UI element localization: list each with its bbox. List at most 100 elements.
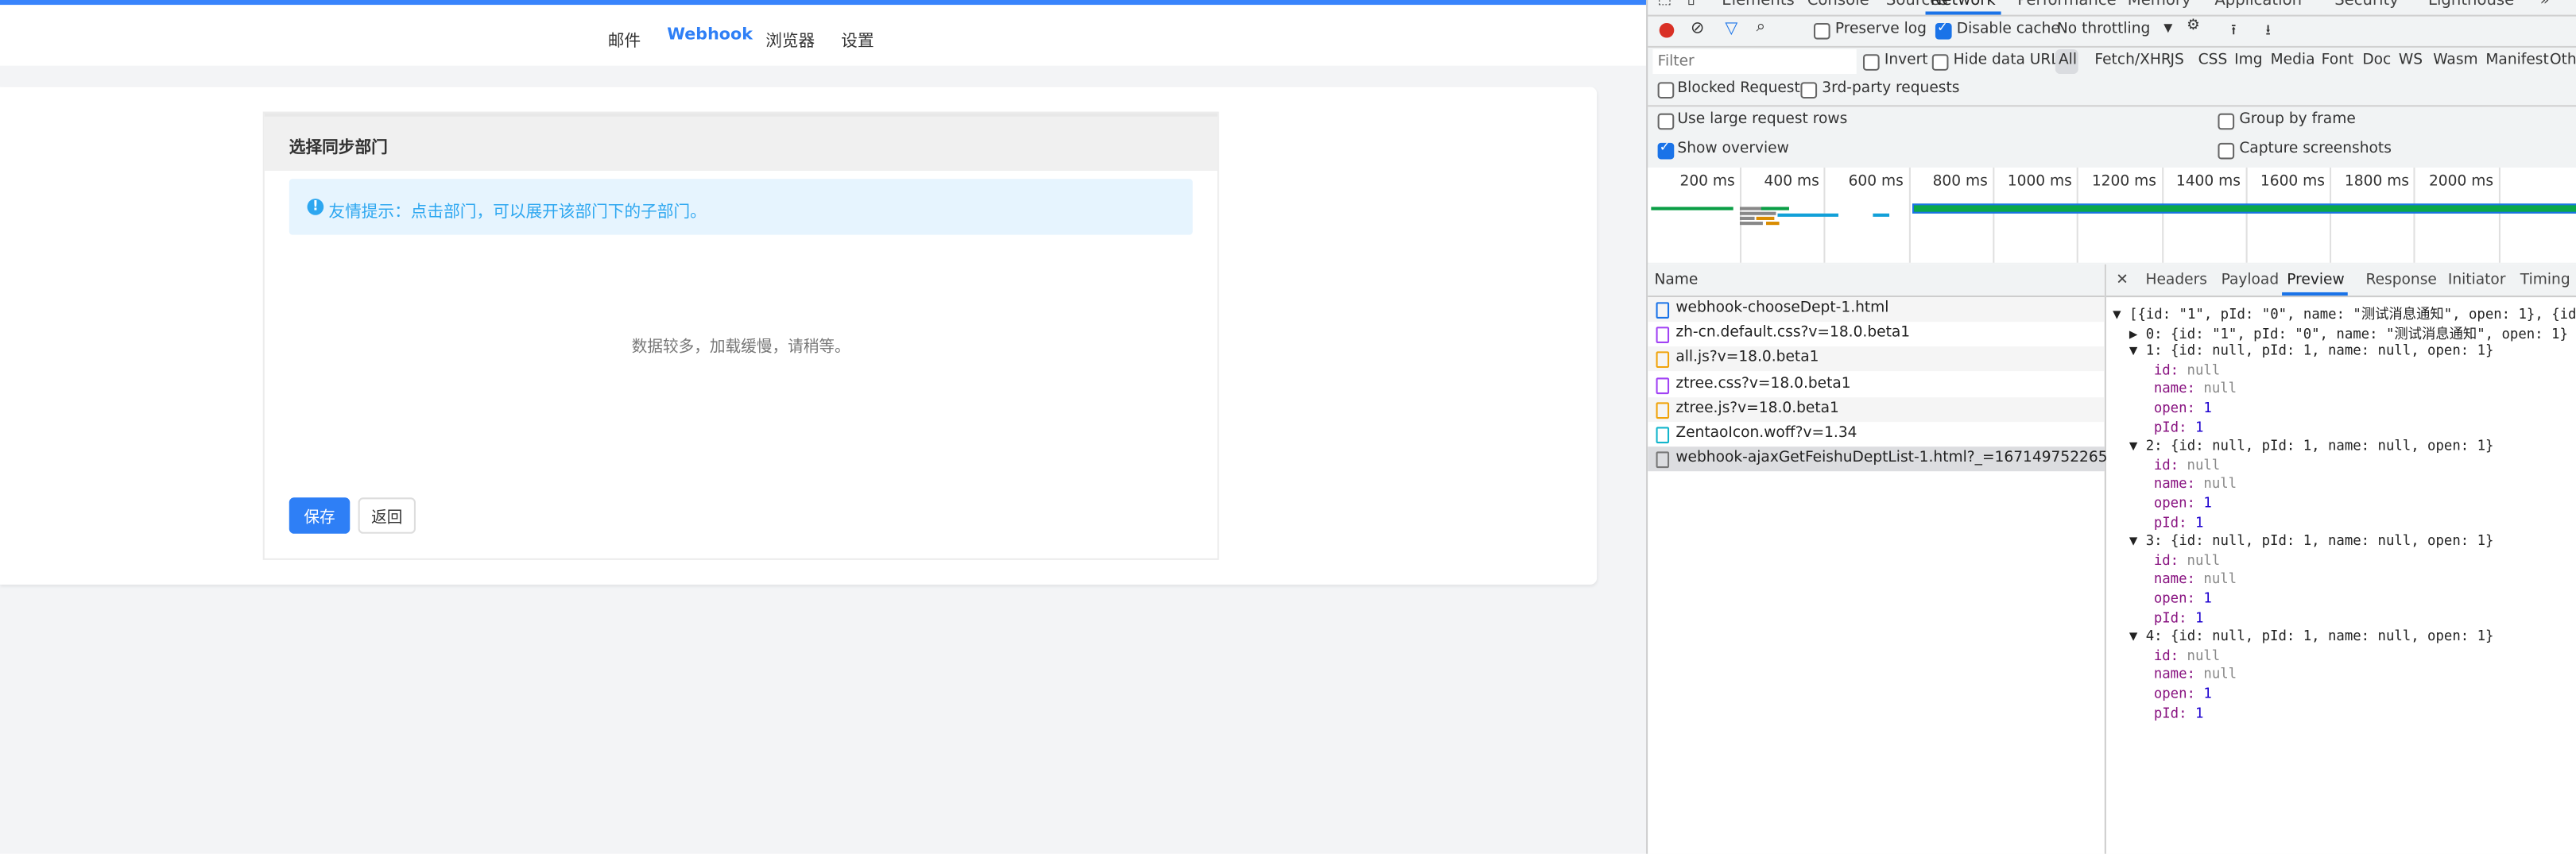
- tab-preview[interactable]: Preview: [2287, 272, 2344, 289]
- blocked-requests-checkbox[interactable]: [1657, 82, 1675, 99]
- collapse-icon[interactable]: ▼: [2129, 342, 2146, 358]
- chevron-down-icon[interactable]: ▼: [2163, 21, 2172, 35]
- preview-root[interactable]: ▼ [{id: "1", pId: "0", name: "测试消息通知", o…: [2113, 303, 2576, 323]
- invert-checkbox[interactable]: [1862, 54, 1880, 71]
- tab-initiator[interactable]: Initiator: [2448, 272, 2506, 289]
- tab-headers[interactable]: Headers: [2146, 272, 2207, 289]
- tab-elements[interactable]: Elements: [1722, 0, 1795, 10]
- group-by-frame-checkbox[interactable]: [2218, 113, 2235, 130]
- large-rows-checkbox[interactable]: [1657, 113, 1675, 130]
- request-row[interactable]: ztree.js?v=18.0.beta1: [1648, 396, 2105, 422]
- type-doc[interactable]: Doc: [2362, 52, 2391, 69]
- loading-text: 数据较多，加载缓慢，请稍等。: [631, 338, 850, 357]
- tab-performance[interactable]: Performance: [2017, 0, 2116, 10]
- download-icon[interactable]: ⭳: [2265, 18, 2271, 44]
- type-media[interactable]: Media: [2271, 52, 2315, 69]
- preview-item[interactable]: ▼ 1: {id: null, pId: 1, name: null, open…: [2129, 342, 2494, 358]
- invert-label: Invert: [1884, 52, 1928, 69]
- preview-property: name: null: [2153, 475, 2237, 492]
- tab-network[interactable]: Network: [1931, 0, 1996, 10]
- collapse-icon[interactable]: ▼: [2113, 305, 2129, 322]
- disable-cache-checkbox[interactable]: [1935, 20, 1952, 40]
- network-overview[interactable]: 200 ms 400 ms 600 ms 800 ms 1000 ms 1200 ms 14…: [1648, 167, 2576, 263]
- nav-webhook[interactable]: Webhook: [667, 26, 753, 44]
- type-all[interactable]: All: [2059, 52, 2077, 69]
- nav-browser[interactable]: 浏览器: [765, 26, 815, 51]
- timeline-tick: 1600 ms: [2260, 174, 2325, 191]
- preview-item[interactable]: ▼ 2: {id: null, pId: 1, name: null, open…: [2129, 437, 2494, 454]
- type-css[interactable]: CSS: [2198, 52, 2228, 69]
- name-column-header[interactable]: Name: [1648, 264, 2105, 298]
- tab-application[interactable]: Application: [2214, 0, 2302, 10]
- request-row[interactable]: webhook-ajaxGetFeishuDeptList-1.html?_=1…: [1648, 446, 2117, 472]
- throttling-select[interactable]: No throttling: [2057, 21, 2150, 38]
- collapse-icon[interactable]: ▼: [2129, 532, 2146, 549]
- back-button[interactable]: 返回: [358, 497, 416, 534]
- property-value: 1: [2194, 609, 2204, 625]
- type-font[interactable]: Font: [2322, 52, 2354, 69]
- preview-item[interactable]: ▼ 4: {id: null, pId: 1, name: null, open…: [2129, 628, 2494, 644]
- timeline-tick: 400 ms: [1764, 174, 1819, 191]
- nav-settings[interactable]: 设置: [841, 26, 874, 51]
- upload-icon[interactable]: ⭱: [2231, 18, 2237, 44]
- preview-property: id: null: [2153, 456, 2221, 473]
- timeline-bar: [1756, 216, 1775, 220]
- type-other[interactable]: Othe: [2550, 52, 2576, 69]
- collapse-icon[interactable]: ▼: [2129, 628, 2146, 644]
- property-value: 1: [2194, 513, 2204, 530]
- type-ws[interactable]: WS: [2399, 52, 2423, 69]
- third-party-checkbox[interactable]: [1800, 82, 1818, 99]
- clear-icon[interactable]: ⊘: [1691, 20, 1704, 38]
- capture-screenshots-checkbox[interactable]: [2218, 142, 2235, 160]
- close-icon[interactable]: ✕: [2116, 272, 2129, 289]
- preview-item[interactable]: ▼ 3: {id: null, pId: 1, name: null, open…: [2129, 532, 2494, 549]
- nav-mail[interactable]: 邮件: [608, 26, 641, 51]
- request-row[interactable]: ztree.css?v=18.0.beta1: [1648, 372, 2105, 396]
- timeline-bar: [1873, 213, 1890, 217]
- large-rows-label: Use large request rows: [1677, 111, 1848, 129]
- preview-property: name: null: [2153, 570, 2237, 587]
- timeline-tick: 1000 ms: [2007, 174, 2072, 191]
- preview-property: id: null: [2153, 646, 2221, 663]
- tab-response[interactable]: Response: [2365, 272, 2436, 289]
- capture-screenshots-label: Capture screenshots: [2239, 141, 2392, 158]
- property-value: 1: [2194, 418, 2204, 435]
- tab-console[interactable]: Console: [1807, 0, 1869, 10]
- preserve-log-checkbox[interactable]: [1813, 22, 1830, 40]
- tab-security[interactable]: Security: [2334, 0, 2399, 10]
- show-overview-checkbox[interactable]: [1657, 140, 1675, 160]
- tip-alert: ! 友情提示：点击部门，可以展开该部门下的子部门。: [289, 179, 1193, 235]
- hide-data-urls-label: Hide data URLs: [1953, 52, 2067, 69]
- tab-timing[interactable]: Timing: [2520, 272, 2570, 289]
- inspect-icon[interactable]: ⬚: [1658, 0, 1672, 8]
- type-js[interactable]: JS: [2171, 52, 2184, 69]
- request-row[interactable]: all.js?v=18.0.beta1: [1648, 346, 2105, 372]
- search-icon[interactable]: ⌕: [1757, 18, 1766, 37]
- timeline-tick: 1200 ms: [2091, 174, 2156, 191]
- disable-cache-label: Disable cache: [1956, 21, 2060, 38]
- type-img[interactable]: Img: [2234, 52, 2262, 69]
- network-conditions-icon[interactable]: ⚙: [2187, 18, 2200, 35]
- tab-memory[interactable]: Memory: [2128, 0, 2191, 10]
- device-toolbar-icon[interactable]: ▯: [1687, 0, 1695, 8]
- save-button[interactable]: 保存: [289, 497, 351, 534]
- record-icon[interactable]: [1659, 22, 1675, 38]
- request-row[interactable]: zh-cn.default.css?v=18.0.beta1: [1648, 323, 2105, 347]
- type-wasm[interactable]: Wasm: [2433, 52, 2477, 69]
- type-fetch-xhr[interactable]: Fetch/XHR: [2094, 52, 2171, 69]
- tab-lighthouse[interactable]: Lighthouse: [2428, 0, 2514, 10]
- request-row[interactable]: ZentaoIcon.woff?v=1.34: [1648, 422, 2105, 446]
- hide-data-urls-checkbox[interactable]: [1931, 54, 1949, 71]
- more-tabs-button[interactable]: »: [2540, 0, 2550, 10]
- filter-input[interactable]: [1652, 49, 1857, 75]
- property-value: null: [2203, 570, 2237, 587]
- tab-payload[interactable]: Payload: [2222, 272, 2280, 289]
- collapse-icon[interactable]: ▼: [2129, 437, 2146, 454]
- timeline-tick: 2000 ms: [2428, 174, 2494, 191]
- type-manifest[interactable]: Manifest: [2485, 52, 2548, 69]
- timeline-bar: [1766, 222, 1780, 226]
- expand-icon[interactable]: ▶: [2129, 324, 2146, 341]
- preview-item[interactable]: ▶ 0: {id: "1", pId: "0", name: "测试消息通知",…: [2129, 323, 2568, 342]
- filter-icon[interactable]: ▽: [1725, 20, 1737, 38]
- request-row[interactable]: webhook-chooseDept-1.html: [1648, 297, 2105, 323]
